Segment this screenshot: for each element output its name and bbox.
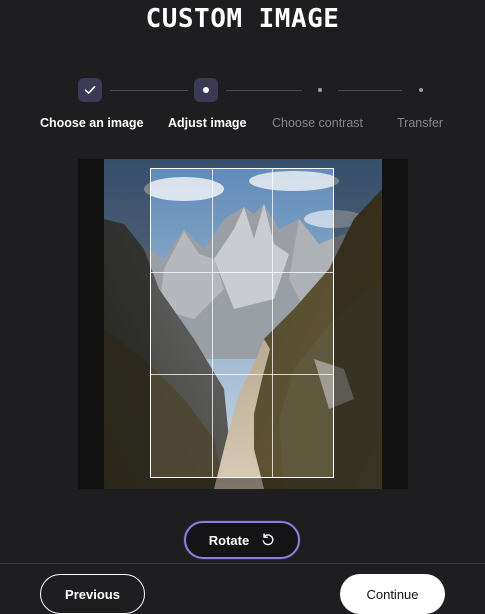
rotate-label: Rotate: [208, 532, 250, 548]
step-4-indicator: [419, 88, 423, 92]
step-3-indicator: [318, 88, 322, 92]
step-1-label[interactable]: Choose an image: [40, 116, 144, 130]
crop-grid-line: [272, 169, 274, 477]
step-connector: [226, 90, 302, 91]
crop-grid-line: [211, 169, 213, 477]
crop-grid-line: [151, 374, 333, 376]
crop-mask: [150, 159, 334, 168]
continue-button[interactable]: Continue: [340, 574, 445, 614]
crop-mask: [334, 159, 382, 489]
image-editor-canvas[interactable]: [78, 159, 408, 489]
step-3-label: Choose contrast: [272, 116, 364, 130]
crop-mask: [104, 159, 150, 489]
step-connector: [338, 90, 402, 91]
dot-icon: [203, 87, 209, 93]
rotate-button[interactable]: Rotate: [184, 521, 300, 559]
step-2-label[interactable]: Adjust image: [168, 116, 247, 130]
step-2-indicator: [194, 78, 218, 102]
step-1-indicator: [78, 78, 102, 102]
step-4-label: Transfer: [397, 116, 444, 130]
crop-grid-line: [151, 271, 333, 273]
rotate-ccw-icon: [262, 533, 274, 546]
check-icon: [84, 86, 96, 94]
page-title: CUSTOM IMAGE: [145, 4, 340, 34]
progress-stepper: Choose an image Adjust image Choose cont…: [0, 78, 485, 138]
crop-frame[interactable]: [150, 168, 334, 478]
previous-button[interactable]: Previous: [40, 574, 145, 614]
step-connector: [110, 90, 188, 91]
footer-divider: [0, 563, 485, 564]
crop-mask: [150, 478, 334, 489]
